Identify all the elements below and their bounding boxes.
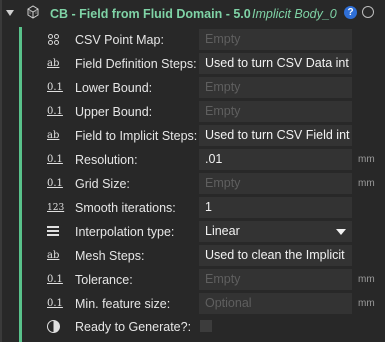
upper-bound-input[interactable]: Empty bbox=[199, 101, 352, 122]
row-upper-bound: 0.1 Upper Bound: Empty bbox=[0, 100, 385, 124]
csv-point-map-input[interactable]: Empty bbox=[199, 29, 352, 50]
block-header[interactable]: CB - Field from Fluid Domain - 5.0 Impli… bbox=[0, 5, 385, 27]
row-smooth-iterations: 123 Smooth iterations: 1 bbox=[0, 196, 385, 220]
status-circle-icon[interactable] bbox=[362, 6, 374, 18]
lower-bound-label: Lower Bound: bbox=[75, 81, 153, 95]
grid-size-input[interactable]: Empty bbox=[199, 173, 352, 194]
tolerance-unit: mm bbox=[358, 274, 375, 285]
collapse-triangle-icon[interactable] bbox=[6, 10, 14, 16]
block-subtitle: Implicit Body_0 bbox=[252, 7, 337, 21]
interpolation-type-select[interactable]: Linear bbox=[199, 221, 352, 242]
row-min-feature-size: 0.1 Min. feature size: Optional mm bbox=[0, 292, 385, 316]
grid-size-label: Grid Size: bbox=[75, 177, 130, 191]
ready-icon-wrapper bbox=[47, 320, 67, 334]
row-tolerance: 0.1 Tolerance: Empty mm bbox=[0, 268, 385, 292]
list-icon bbox=[47, 224, 67, 238]
csv-point-map-label: CSV Point Map: bbox=[75, 33, 164, 47]
min-feature-size-label: Min. feature size: bbox=[75, 297, 171, 311]
row-lower-bound: 0.1 Lower Bound: Empty bbox=[0, 76, 385, 100]
lower-bound-input[interactable]: Empty bbox=[199, 77, 352, 98]
point-map-icon bbox=[47, 33, 67, 47]
tolerance-label: Tolerance: bbox=[75, 273, 133, 287]
row-ready-to-generate: Ready to Generate?: bbox=[0, 315, 385, 339]
row-mesh-steps: ab Mesh Steps: Used to clean the Implici… bbox=[0, 244, 385, 268]
field-to-implicit-steps-input[interactable]: Used to turn CSV Field int bbox=[199, 125, 352, 146]
number-icon: 0.1 bbox=[47, 298, 63, 309]
mesh-steps-label: Mesh Steps: bbox=[75, 249, 145, 263]
field-definition-steps-label: Field Definition Steps: bbox=[75, 57, 197, 71]
resolution-label: Resolution: bbox=[75, 153, 138, 167]
ready-to-generate-checkbox[interactable] bbox=[200, 320, 212, 332]
interpolation-type-value: Linear bbox=[205, 224, 240, 238]
text-icon: ab bbox=[47, 58, 60, 69]
tolerance-input[interactable]: Empty bbox=[199, 269, 352, 290]
field-definition-steps-input[interactable]: Used to turn CSV Data int bbox=[199, 53, 352, 74]
row-grid-size: 0.1 Grid Size: Empty mm bbox=[0, 172, 385, 196]
chevron-down-icon[interactable] bbox=[336, 229, 346, 235]
interpolation-type-label: Interpolation type: bbox=[75, 225, 175, 239]
min-feature-size-input[interactable]: Optional bbox=[199, 293, 352, 314]
properties-panel: CB - Field from Fluid Domain - 5.0 Impli… bbox=[0, 0, 385, 342]
number-icon: 0.1 bbox=[47, 106, 63, 117]
field-to-implicit-steps-label: Field to Implicit Steps: bbox=[75, 129, 198, 143]
number-icon: 0.1 bbox=[47, 274, 63, 285]
smooth-iterations-label: Smooth iterations: bbox=[75, 201, 176, 215]
min-feature-size-unit: mm bbox=[358, 298, 375, 309]
row-interpolation-type: Interpolation type: Linear bbox=[0, 220, 385, 244]
text-icon: ab bbox=[47, 130, 60, 141]
number-icon: 0.1 bbox=[47, 178, 63, 189]
number-icon: 0.1 bbox=[47, 82, 63, 93]
upper-bound-label: Upper Bound: bbox=[75, 105, 153, 119]
ready-to-generate-label: Ready to Generate?: bbox=[75, 320, 192, 334]
text-icon: ab bbox=[47, 250, 60, 261]
smooth-iterations-input[interactable]: 1 bbox=[199, 197, 352, 218]
row-field-to-implicit-steps: ab Field to Implicit Steps: Used to turn… bbox=[0, 124, 385, 148]
cube-icon bbox=[27, 5, 39, 19]
half-circle-icon bbox=[47, 320, 60, 333]
row-csv-point-map: CSV Point Map: Empty bbox=[0, 28, 385, 52]
grid-size-unit: mm bbox=[358, 178, 375, 189]
resolution-input[interactable]: .01 bbox=[199, 149, 352, 170]
resolution-unit: mm bbox=[358, 154, 375, 165]
row-resolution: 0.1 Resolution: .01 mm bbox=[0, 148, 385, 172]
number-icon: 0.1 bbox=[47, 154, 63, 165]
help-icon[interactable]: ? bbox=[344, 6, 357, 19]
mesh-steps-input[interactable]: Used to clean the Implicit bbox=[199, 245, 352, 266]
block-title: CB - Field from Fluid Domain - 5.0 bbox=[50, 7, 251, 21]
row-field-definition-steps: ab Field Definition Steps: Used to turn … bbox=[0, 52, 385, 76]
integer-icon: 123 bbox=[47, 203, 65, 213]
